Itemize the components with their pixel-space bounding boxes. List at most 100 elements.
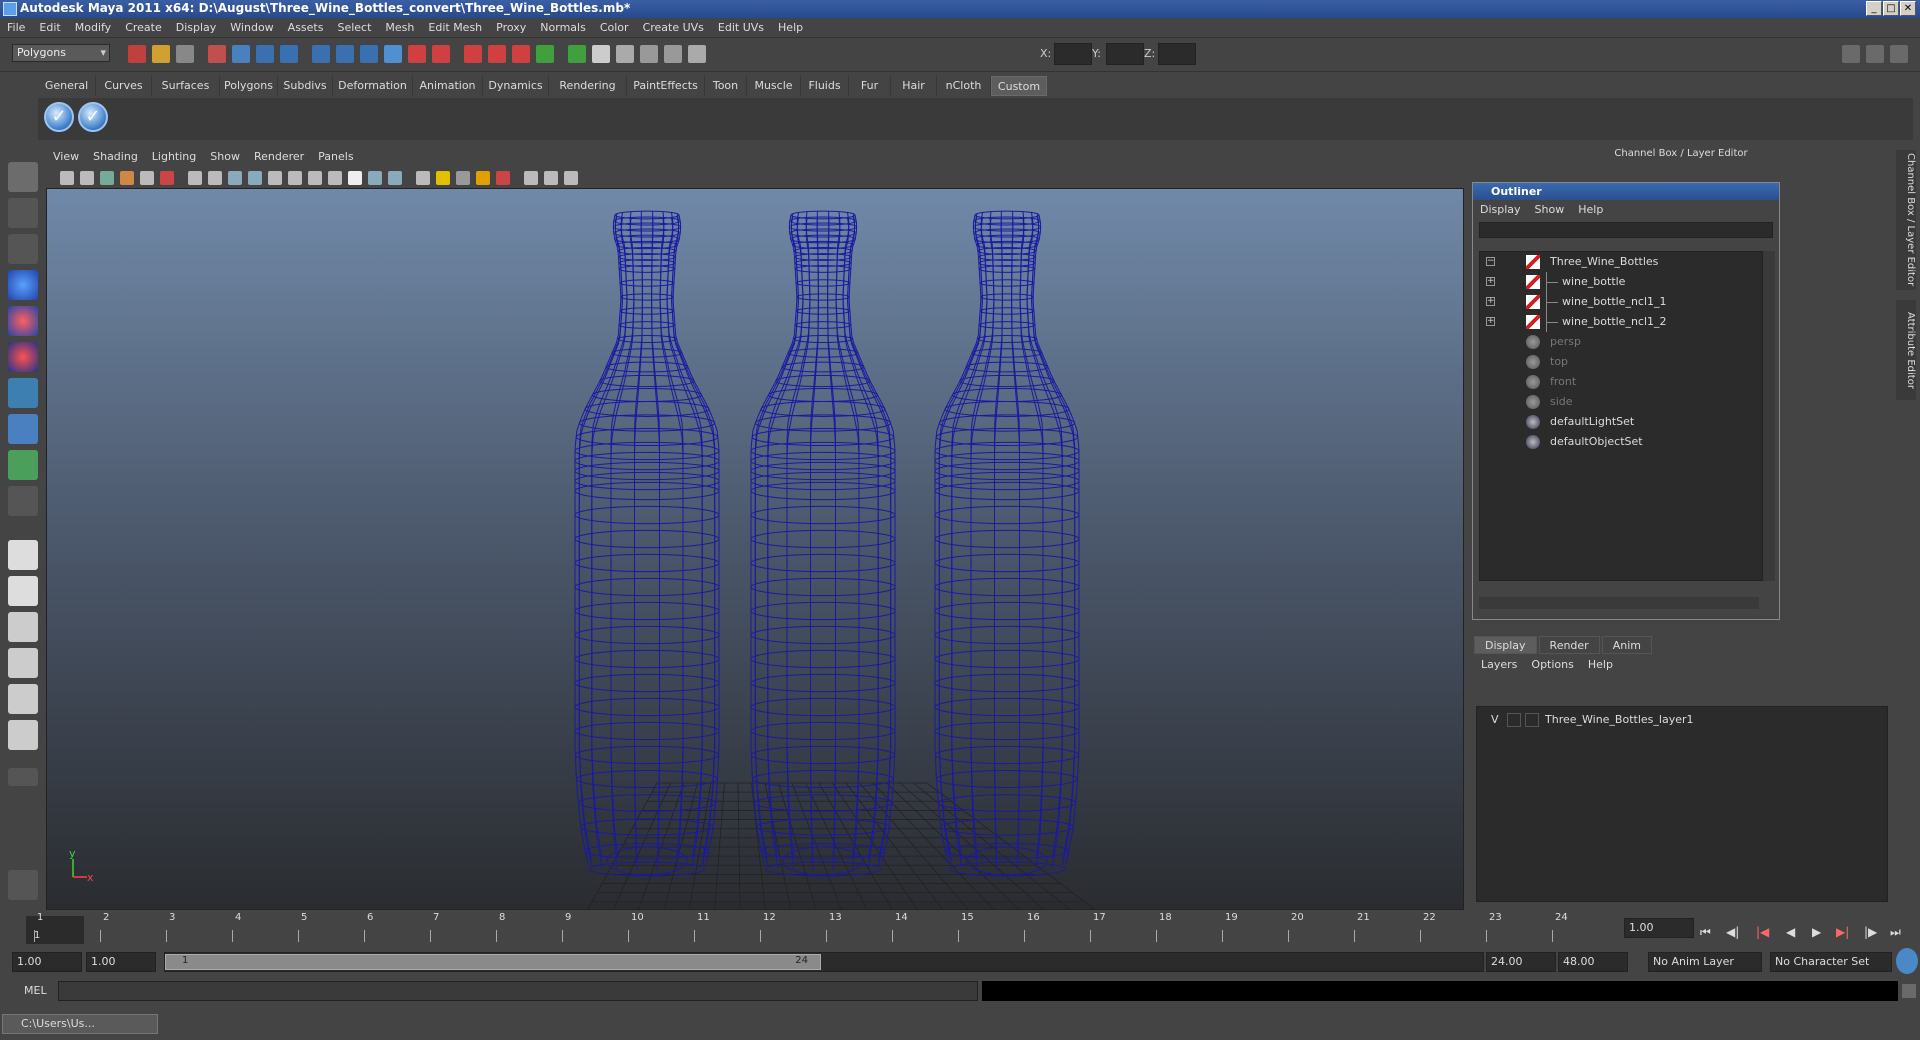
range-slider-handle[interactable]: 1 24 <box>165 954 821 970</box>
panel-menu-show[interactable]: Show <box>203 148 247 166</box>
outliner-filter-input[interactable] <box>1479 222 1773 238</box>
shelf-tab-rendering[interactable]: Rendering <box>549 76 627 96</box>
layout-menu-icon[interactable] <box>8 768 38 786</box>
minimized-window-button[interactable]: C:\Users\Us... <box>2 1014 158 1034</box>
camera-select-icon[interactable] <box>60 171 74 185</box>
hypershade-layout-icon[interactable] <box>8 684 38 714</box>
outliner-item[interactable]: top <box>1480 352 1750 372</box>
shelf-tab-fluids[interactable]: Fluids <box>801 76 849 96</box>
script-editor-icon[interactable] <box>1902 984 1916 998</box>
select-hierarchy-icon[interactable] <box>208 45 226 63</box>
play-backwards-icon[interactable]: ◀ <box>1786 925 1795 939</box>
render-view-icon[interactable] <box>464 45 482 63</box>
outliner-hscroll[interactable] <box>1479 597 1759 609</box>
layer-menu-help[interactable]: Help <box>1581 654 1620 676</box>
shelf-check-icon[interactable]: ✓ <box>44 102 74 132</box>
shelf-tab-custom[interactable]: Custom <box>991 76 1047 96</box>
outliner-item[interactable]: persp <box>1480 332 1750 352</box>
ipr-render-icon[interactable] <box>512 45 530 63</box>
bookmarks-icon[interactable] <box>100 171 114 185</box>
default-lighting-icon[interactable] <box>416 171 430 185</box>
layer-visibility-toggle[interactable]: V <box>1491 711 1499 729</box>
grease-pencil-icon[interactable] <box>160 171 174 185</box>
menu-create-uvs[interactable]: Create UVs <box>636 18 711 38</box>
current-time-field[interactable]: 1.00 <box>1624 918 1694 938</box>
panel-menu-shading[interactable]: Shading <box>86 148 145 166</box>
shelf-check-icon[interactable]: ✓ <box>78 102 108 132</box>
time-slider[interactable]: 1 1 2 3 4 5 6 7 8 9 10 11 12 13 14 15 16 17 18 19 20 21 22 23 2… <box>10 910 1620 944</box>
step-back-frame-icon[interactable]: |◀ <box>1756 925 1769 939</box>
construction-icon[interactable] <box>432 45 450 63</box>
attribute-editor-side-tab[interactable]: Attribute Editor <box>1896 300 1916 400</box>
layer-menu-options[interactable]: Options <box>1524 654 1580 676</box>
image-plane-icon[interactable] <box>120 171 134 185</box>
use-default-material-icon[interactable] <box>476 171 490 185</box>
two-d-pan-icon[interactable] <box>140 171 154 185</box>
menu-help[interactable]: Help <box>771 18 810 38</box>
four-view-layout-icon[interactable] <box>8 576 38 606</box>
outliner-item[interactable]: − Three_Wine_Bottles <box>1480 252 1750 272</box>
camera-icon[interactable] <box>640 45 658 63</box>
snap-plane-icon[interactable] <box>360 45 378 63</box>
history-icon[interactable] <box>408 45 426 63</box>
layer-name[interactable]: Three_Wine_Bottles_layer1 <box>1545 711 1694 729</box>
start-time-field[interactable]: 1.00 <box>12 952 82 972</box>
resolution-gate-icon[interactable] <box>228 171 242 185</box>
input-output-icon[interactable] <box>592 45 610 63</box>
rotate-tool-icon[interactable] <box>8 306 38 336</box>
playback-end-field[interactable]: 24.00 <box>1486 952 1556 972</box>
menu-edit[interactable]: Edit <box>32 18 67 38</box>
channel-box-toggle-icon[interactable] <box>1842 45 1860 63</box>
new-scene-icon[interactable] <box>128 45 146 63</box>
expand-toggle-icon[interactable]: − <box>1486 257 1495 266</box>
maximize-button[interactable]: □ <box>1883 1 1899 16</box>
shelf-tab-fur[interactable]: Fur <box>849 76 891 96</box>
shelf-tab-polygons[interactable]: Polygons <box>220 76 278 96</box>
channel-box-side-tab[interactable]: Channel Box / Layer Editor <box>1896 150 1916 290</box>
xray-joints-icon[interactable] <box>544 171 558 185</box>
gate-mask-icon[interactable] <box>248 171 262 185</box>
outliner-item[interactable]: front <box>1480 372 1750 392</box>
step-forward-key-icon[interactable]: |▶ <box>1864 925 1877 939</box>
x-field[interactable] <box>1054 43 1092 65</box>
auto-key-icon[interactable] <box>1896 948 1918 974</box>
outliner-item[interactable]: defaultObjectSet <box>1480 432 1750 452</box>
shelf-tab-subdivs[interactable]: Subdivs <box>278 76 333 96</box>
save-scene-icon[interactable] <box>176 45 194 63</box>
shelf-tab-hair[interactable]: Hair <box>891 76 937 96</box>
film-gate-icon[interactable] <box>208 171 222 185</box>
menu-mesh[interactable]: Mesh <box>378 18 421 38</box>
shelf-tab-toon[interactable]: Toon <box>705 76 747 96</box>
wireframe-icon[interactable] <box>328 171 342 185</box>
menu-create[interactable]: Create <box>118 18 169 38</box>
menu-window[interactable]: Window <box>223 18 280 38</box>
render-settings-icon[interactable] <box>536 45 554 63</box>
attribute-editor-toggle-icon[interactable] <box>1890 45 1908 63</box>
layer-row[interactable]: V Three_Wine_Bottles_layer1 <box>1483 711 1883 729</box>
safe-title-icon[interactable] <box>308 171 322 185</box>
paint-select-icon[interactable] <box>8 234 38 264</box>
select-by-name-icon[interactable] <box>616 45 634 63</box>
menu-select[interactable]: Select <box>330 18 378 38</box>
render-icon[interactable] <box>488 45 506 63</box>
menu-set-select[interactable]: Polygons <box>12 44 110 62</box>
outliner-item[interactable]: + wine_bottle_ncl1_2 <box>1480 312 1750 332</box>
xray-icon[interactable] <box>388 171 402 185</box>
scale-tool-icon[interactable] <box>8 342 38 372</box>
hypershade-icon[interactable] <box>568 45 586 63</box>
all-lights-icon[interactable] <box>436 171 450 185</box>
soft-mod-icon[interactable] <box>8 414 38 444</box>
magnet-icon[interactable] <box>8 870 38 900</box>
move-tool-icon[interactable] <box>8 270 38 300</box>
anim-layer-select[interactable]: No Anim Layer <box>1648 952 1762 972</box>
shelf-tab-muscle[interactable]: Muscle <box>747 76 801 96</box>
end-time-field[interactable]: 48.00 <box>1558 952 1628 972</box>
grid-icon[interactable] <box>188 171 202 185</box>
layer-type-toggle[interactable] <box>1507 713 1521 727</box>
graph-layout-icon[interactable] <box>8 648 38 678</box>
isolate-select-icon[interactable] <box>524 171 538 185</box>
snap-point-icon[interactable] <box>336 45 354 63</box>
outliner-layout-icon[interactable] <box>8 612 38 642</box>
layer-tab-display[interactable]: Display <box>1474 636 1537 654</box>
shelf-tab-deformation[interactable]: Deformation <box>333 76 413 96</box>
